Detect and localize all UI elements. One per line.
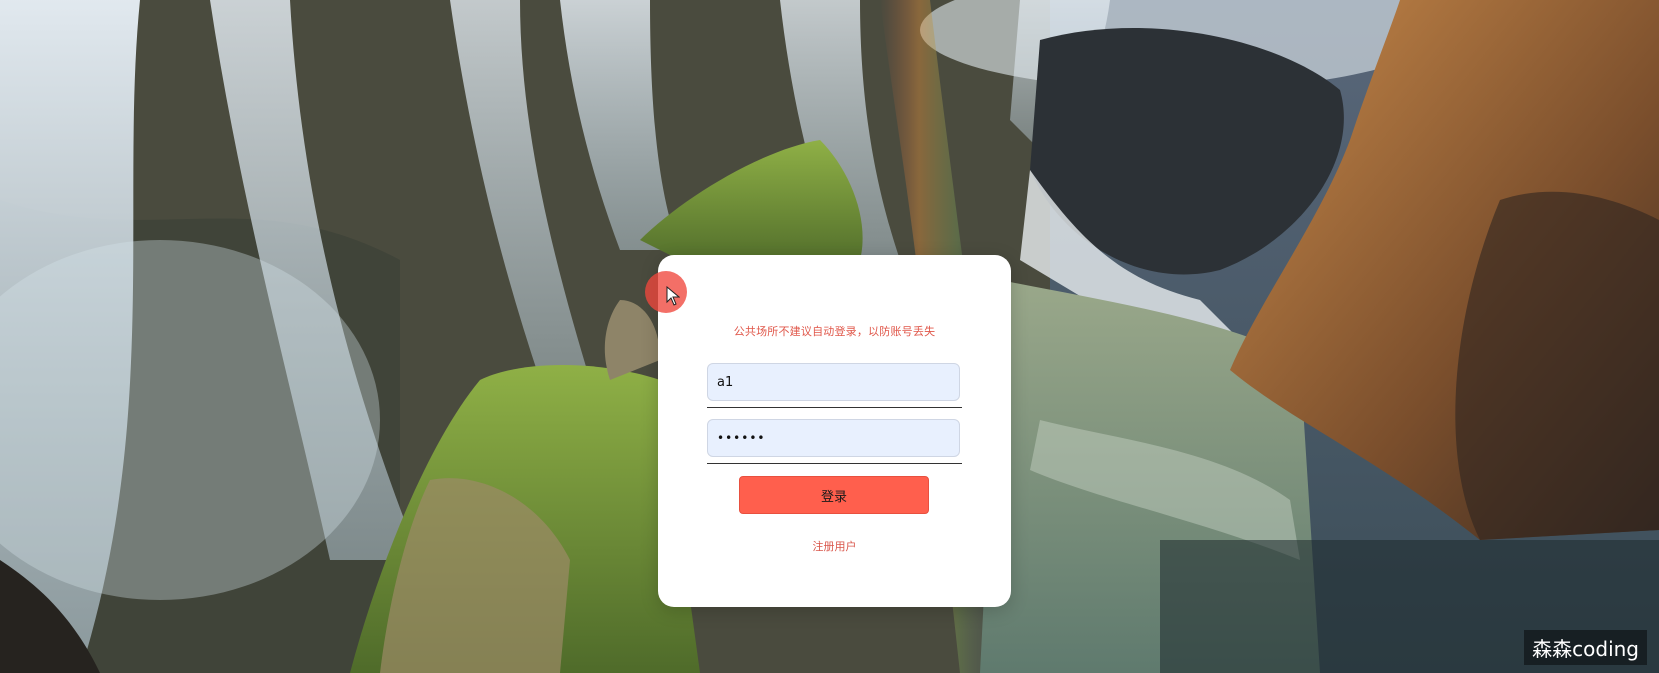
login-page: 公共场所不建议自动登录，以防账号丢失 登录 注册用户 森森coding <box>0 0 1659 673</box>
password-input[interactable] <box>707 419 960 457</box>
auto-login-warning: 公共场所不建议自动登录，以防账号丢失 <box>733 325 936 338</box>
register-user-link[interactable]: 注册用户 <box>658 538 1011 554</box>
login-card: 公共场所不建议自动登录，以防账号丢失 登录 注册用户 <box>658 255 1011 607</box>
password-field-wrapper <box>707 419 962 464</box>
login-button[interactable]: 登录 <box>739 476 929 514</box>
username-field-wrapper <box>707 363 962 408</box>
username-input[interactable] <box>707 363 960 401</box>
mouse-cursor-icon <box>666 286 680 306</box>
watermark: 森森coding <box>1524 630 1647 665</box>
